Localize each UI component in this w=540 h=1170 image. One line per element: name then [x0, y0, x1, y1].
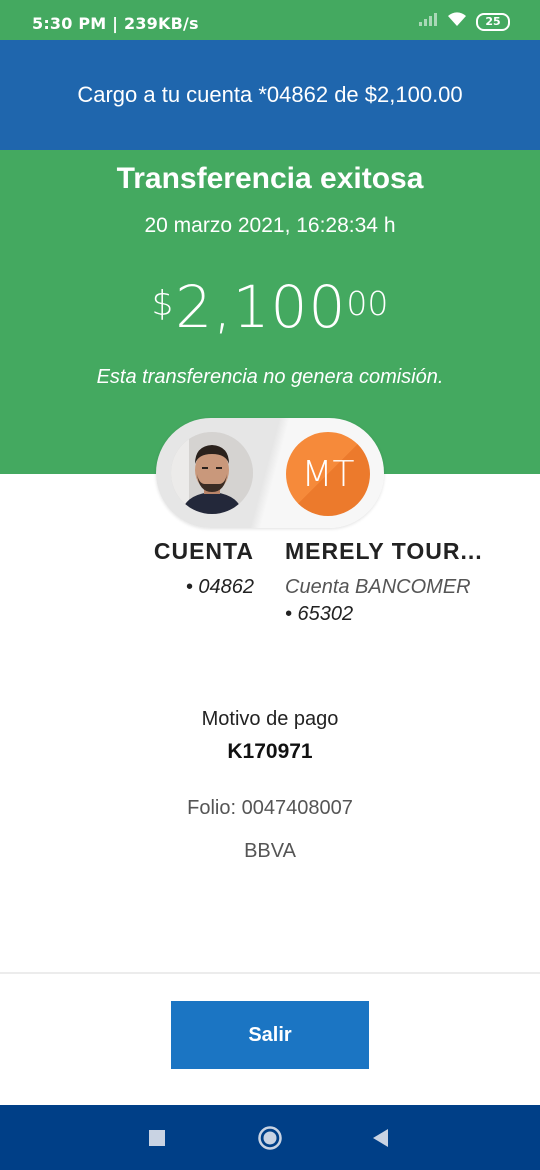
back-triangle-icon[interactable] [350, 1105, 410, 1170]
status-time: 5:30 PM | 239KB/s [32, 14, 199, 33]
page-title: Transferencia exitosa [116, 162, 424, 195]
bank-name: BBVA [244, 840, 296, 862]
charge-banner-text: Cargo a tu cuenta *04862 de $2,100.00 [77, 82, 463, 107]
from-account-number: • 04862 [185, 576, 254, 598]
wifi-icon [446, 11, 468, 32]
divider [0, 972, 540, 974]
amount-currency: $ [151, 284, 174, 324]
recents-square-icon[interactable] [127, 1105, 187, 1170]
to-account-number: • 65302 [285, 603, 354, 625]
signal-icon [418, 12, 438, 31]
status-icons: 25 [418, 11, 510, 32]
amount-cents: 00 [346, 284, 389, 323]
payment-reason-label: Motivo de pago [201, 708, 339, 730]
status-bar: 5:30 PM | 239KB/s 25 [0, 0, 540, 40]
exit-button[interactable]: Salir [171, 1001, 369, 1069]
transfer-amount: $ 2,100 00 [0, 278, 540, 336]
system-nav-bar [0, 1105, 540, 1170]
payment-reason-value: K170971 [227, 740, 313, 763]
sender-avatar [171, 432, 253, 514]
recipient-avatar: MT [286, 432, 370, 516]
commission-note: Esta transferencia no genera comisión. [96, 366, 444, 388]
amount-main: 2,100 [175, 273, 347, 341]
folio-number: Folio: 0047408007 [187, 797, 353, 819]
battery-icon: 25 [476, 12, 510, 31]
accounts-avatars: MT [156, 418, 384, 528]
charge-banner: Cargo a tu cuenta *04862 de $2,100.00 [0, 40, 540, 150]
home-circle-icon[interactable] [240, 1105, 300, 1170]
from-account-name: CUENTA [153, 538, 254, 564]
to-account-name: MERELY TOUR... [285, 538, 483, 564]
to-account-bank: Cuenta BANCOMER [285, 576, 471, 598]
transfer-datetime: 20 marzo 2021, 16:28:34 h [144, 214, 396, 237]
